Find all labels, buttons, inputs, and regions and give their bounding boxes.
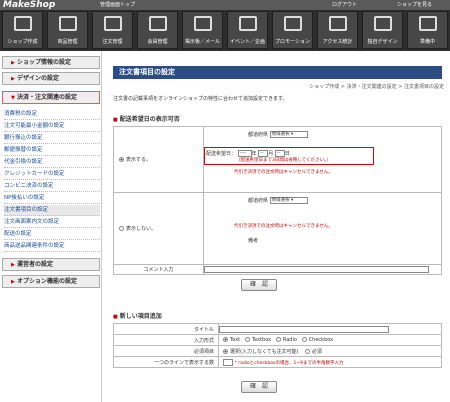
pref-row: 都道府県 地域選択 ▾ [248,131,308,138]
required-label: 必須項目 [113,345,219,357]
sidebar-head-operator[interactable]: ▶ 運営者の設定 [2,258,100,271]
show-option-cell: 表示する。 [113,126,204,193]
optional-radio[interactable] [223,348,228,354]
cod-note-1: 代引き決済での注文時はキャンセルできません。 [234,170,333,175]
breadcrumb: ショップ作成 > 決済・注文関連の設定 > 注文書項目の設定 [309,84,444,90]
title-input-cell [218,323,442,335]
comment-input[interactable] [204,266,429,273]
nav-products[interactable]: 商品管理 [47,11,88,49]
year-select[interactable]: ---- [237,150,252,157]
nav-access-stats[interactable]: アクセス統計 [317,11,358,49]
type-radio-radio[interactable] [275,337,281,342]
sidebar-head-shop-info[interactable]: ▶ ショップ情報の設定 [2,56,100,69]
question-icon [418,16,437,31]
show-radio[interactable] [119,157,124,162]
sidebar-item-shipping-cond[interactable]: 商品送品関連条件の設定 [4,241,100,252]
sidebar-head-payment[interactable]: ▼ 決済・注文関連の設定 [2,91,100,104]
pref-select[interactable]: 地域選択 ▾ [269,131,308,138]
sidebar-item-credit[interactable]: クレジットカードの設定 [4,169,100,180]
sidebar-head-design[interactable]: ▶ デザインの設定 [2,72,100,85]
oneline-cell: * radioとcheckboxの場合、1~9までの半角数字入力 [218,356,442,368]
pref-select-2[interactable]: 地域選択 ▾ [269,197,308,204]
sidebar-item-order-guide[interactable]: 注文画面案内文の設定 [4,217,100,228]
nav-members[interactable]: 会員管理 [137,11,178,49]
members-icon [148,16,167,31]
event-icon [238,16,257,31]
oneline-input[interactable] [223,358,233,366]
type-textbox-radio[interactable] [244,337,250,342]
title-input[interactable] [219,325,389,333]
products-icon [58,16,77,31]
type-checkbox-radio[interactable] [301,337,307,342]
design-icon [373,16,392,31]
nav-shop-create[interactable]: ショップ作成 [2,11,43,49]
type-label: 入力形式 [113,334,219,346]
confirm-button-2[interactable]: 確 認 [241,381,277,393]
delivery-date-table: 表示する。 都道府県 地域選択 ▾ 配送希望日： ---- 年 -- 月 -- 日 （… [113,126,442,275]
nav-events[interactable]: イベント／企画 [227,11,268,49]
section-title-new-item: 新しい項目追加 [113,311,162,320]
hide-preview-cell: 都道府県 地域選択 ▾ 代引き決済での注文時はキャンセルできません。 備考 [203,192,442,265]
sidebar-item-bank[interactable]: 銀行振込の設定 [4,133,100,144]
nav-orders[interactable]: 注文管理 [92,11,133,49]
sidebar-head-options[interactable]: ▶ オプション機能の設定 [2,275,100,288]
nav-board-mail[interactable]: 掲示板／メール [182,11,223,49]
view-shop-button[interactable]: ショップを見る [395,1,432,9]
day-select[interactable]: -- [274,150,285,157]
nav-preparing[interactable]: 準備中 [407,11,448,49]
cod-note-2: 代引き決済での注文時はキャンセルできません。 [234,224,333,229]
stats-icon [328,16,347,31]
sidebar: ▶ ショップ情報の設定 ▶ デザインの設定 ▼ 決済・注文関連の設定 消費税の設… [0,51,102,402]
logout-button[interactable]: ログアウト [330,1,357,9]
show-preview-cell: 都道府県 地域選択 ▾ 配送希望日： ---- 年 -- 月 -- 日 （配送希望日ま… [203,126,442,193]
sidebar-item-tax[interactable]: 消費税の設定 [4,109,100,120]
cart-icon [103,16,122,31]
required-options-cell: 選択(入力しなくても注文可能) 必須 [218,345,442,357]
section-title-delivery-date: 配送希望日の表示可否 [113,114,180,123]
date-note: （配送希望日まで3日間は省略してください。） [236,158,331,163]
mail-icon [193,16,212,31]
remarks-label: 備考 [248,238,259,244]
new-item-table: タイトル 入力形式 Text Textbox Radio Checkbox 必須… [113,323,442,368]
delivery-date-highlight: 配送希望日： ---- 年 -- 月 -- 日 （配送希望日まで3日間は省略してくださ… [204,147,374,165]
sidebar-item-delivery[interactable]: 配送の設定 [4,229,100,240]
sidebar-item-convenience[interactable]: コンビニ決済の設定 [4,181,100,192]
title-label: タイトル [113,323,219,335]
comment-label: コメント入力 [113,264,204,275]
pref-row-2: 都道府県 地域選択 ▾ [248,197,308,204]
nav-design[interactable]: 独自デザイン [362,11,403,49]
confirm-button-1[interactable]: 確 認 [241,279,277,291]
sidebar-item-order-form[interactable]: 注文書項目の設定 [4,205,100,216]
home-icon [13,16,32,31]
type-text-radio[interactable] [223,337,228,342]
oneline-note: * radioとcheckboxの場合、1~9までの半角数字入力 [234,360,344,366]
page-title: 注文書項目の設定 [113,66,442,79]
promotion-icon [283,16,302,31]
month-select[interactable]: -- [258,150,269,157]
sidebar-item-min-amount[interactable]: 注文可能最小金額の設定 [4,121,100,132]
sidebar-item-cod[interactable]: 代金引換の設定 [4,157,100,168]
main-nav: ショップ作成 商品管理 注文管理 会員管理 掲示板／メール イベント／企画 プロ… [0,10,450,51]
oneline-label: 一つのラインで表示する数 [113,356,219,368]
logo: MakeShop [3,0,56,10]
hide-option-cell: 表示しない。 [113,192,204,265]
nav-promotion[interactable]: プロモーション [272,11,313,49]
admin-top-link[interactable]: 管理画面トップ [98,1,135,9]
top-bar: MakeShop 管理画面トップ ログアウト ショップを見る [0,0,450,10]
sidebar-item-np[interactable]: NP後払いの設定 [4,193,100,204]
sidebar-item-postal[interactable]: 郵便振替の設定 [4,145,100,156]
type-options-cell: Text Textbox Radio Checkbox [218,334,442,346]
comment-input-cell [203,264,442,275]
hide-radio[interactable] [119,226,124,231]
required-radio[interactable] [304,348,310,354]
page-description: 注文書の記載事項をオンラインショップの特性に合わせて追加設定できます。 [113,96,288,102]
main-content: 注文書項目の設定 ショップ作成 > 決済・注文関連の設定 > 注文書項目の設定 … [108,51,450,402]
